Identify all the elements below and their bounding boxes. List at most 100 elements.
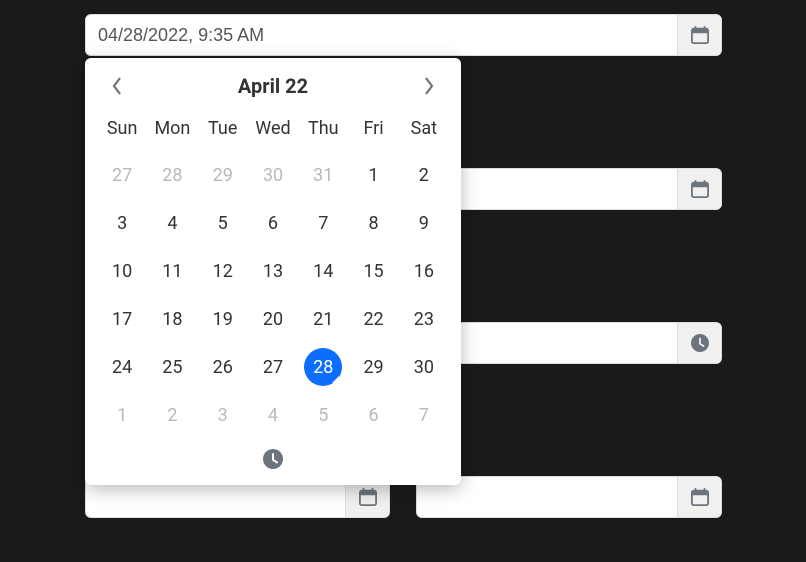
day-cell[interactable]: 28 bbox=[298, 343, 348, 391]
day-cell[interactable]: 2 bbox=[399, 151, 449, 199]
calendar-icon bbox=[691, 180, 709, 198]
day-cell[interactable]: 3 bbox=[97, 199, 147, 247]
day-number: 15 bbox=[363, 261, 383, 282]
day-cell[interactable]: 21 bbox=[298, 295, 348, 343]
day-cell[interactable]: 5 bbox=[198, 199, 248, 247]
day-number: 28 bbox=[304, 348, 342, 386]
day-number: 4 bbox=[268, 405, 278, 426]
calendar-toggle-button[interactable] bbox=[677, 15, 721, 55]
calendar-icon bbox=[691, 26, 709, 44]
day-number: 30 bbox=[414, 357, 434, 378]
day-cell[interactable]: 27 bbox=[248, 343, 298, 391]
day-cell[interactable]: 22 bbox=[348, 295, 398, 343]
day-cell[interactable]: 27 bbox=[97, 151, 147, 199]
day-number: 6 bbox=[369, 405, 379, 426]
day-number: 18 bbox=[162, 309, 182, 330]
day-number: 3 bbox=[218, 405, 228, 426]
clock-toggle-button[interactable] bbox=[677, 323, 721, 363]
day-number: 29 bbox=[363, 357, 383, 378]
day-cell[interactable]: 11 bbox=[147, 247, 197, 295]
day-number: 4 bbox=[167, 213, 177, 234]
prev-month-button[interactable] bbox=[103, 72, 131, 100]
day-cell[interactable]: 1 bbox=[97, 391, 147, 439]
day-number: 2 bbox=[419, 165, 429, 186]
day-cell[interactable]: 3 bbox=[198, 391, 248, 439]
day-cell[interactable]: 25 bbox=[147, 343, 197, 391]
day-cell[interactable]: 17 bbox=[97, 295, 147, 343]
calendar-icon bbox=[691, 488, 709, 506]
weekday-label: Thu bbox=[298, 112, 348, 145]
day-number: 12 bbox=[213, 261, 233, 282]
day-cell[interactable]: 29 bbox=[348, 343, 398, 391]
day-number: 22 bbox=[363, 309, 383, 330]
time-picker-toggle-button[interactable] bbox=[259, 445, 287, 473]
day-cell[interactable]: 9 bbox=[399, 199, 449, 247]
day-number: 19 bbox=[213, 309, 233, 330]
day-number: 25 bbox=[162, 357, 182, 378]
day-number: 13 bbox=[263, 261, 283, 282]
day-cell[interactable]: 4 bbox=[147, 199, 197, 247]
day-number: 31 bbox=[313, 165, 333, 186]
day-cell[interactable]: 5 bbox=[298, 391, 348, 439]
day-cell[interactable]: 28 bbox=[147, 151, 197, 199]
weekday-label: Tue bbox=[198, 112, 248, 145]
day-cell[interactable]: 20 bbox=[248, 295, 298, 343]
calendar-toggle-button-2[interactable] bbox=[677, 169, 721, 209]
day-number: 5 bbox=[318, 405, 328, 426]
day-number: 11 bbox=[162, 261, 182, 282]
day-cell[interactable]: 4 bbox=[248, 391, 298, 439]
day-number: 23 bbox=[414, 309, 434, 330]
datepicker-footer bbox=[97, 439, 449, 473]
day-number: 27 bbox=[112, 165, 132, 186]
day-number: 3 bbox=[117, 213, 127, 234]
day-number: 7 bbox=[419, 405, 429, 426]
day-cell[interactable]: 15 bbox=[348, 247, 398, 295]
weekday-label: Mon bbox=[147, 112, 197, 145]
chevron-right-icon bbox=[423, 77, 435, 95]
day-cell[interactable]: 30 bbox=[248, 151, 298, 199]
day-cell[interactable]: 31 bbox=[298, 151, 348, 199]
day-number: 20 bbox=[263, 309, 283, 330]
day-cell[interactable]: 29 bbox=[198, 151, 248, 199]
day-number: 7 bbox=[318, 213, 328, 234]
day-cell[interactable]: 10 bbox=[97, 247, 147, 295]
day-cell[interactable]: 30 bbox=[399, 343, 449, 391]
weekday-label: Wed bbox=[248, 112, 298, 145]
day-cell[interactable]: 6 bbox=[348, 391, 398, 439]
day-cell[interactable]: 2 bbox=[147, 391, 197, 439]
weekday-header-row: Sun Mon Tue Wed Thu Fri Sat bbox=[97, 112, 449, 145]
month-year-switch[interactable]: April 22 bbox=[238, 74, 308, 98]
day-cell[interactable]: 18 bbox=[147, 295, 197, 343]
day-cell[interactable]: 13 bbox=[248, 247, 298, 295]
day-number: 17 bbox=[112, 309, 132, 330]
day-cell[interactable]: 8 bbox=[348, 199, 398, 247]
day-cell[interactable]: 14 bbox=[298, 247, 348, 295]
clock-icon bbox=[691, 334, 709, 352]
datepicker-week-row: 24 25 262728 29 30 bbox=[97, 343, 449, 391]
day-cell[interactable]: 7 bbox=[298, 199, 348, 247]
day-cell[interactable]: 26 bbox=[198, 343, 248, 391]
day-cell[interactable]: 1 bbox=[348, 151, 398, 199]
day-cell[interactable]: 19 bbox=[198, 295, 248, 343]
datetime-input[interactable] bbox=[86, 15, 677, 55]
calendar-icon bbox=[359, 488, 377, 506]
day-number: 30 bbox=[263, 165, 283, 186]
weekday-label: Fri bbox=[348, 112, 398, 145]
datetime-input-group bbox=[85, 14, 722, 56]
day-number: 2 bbox=[167, 405, 177, 426]
datepicker-week-row: 12 3 4 5 6 7 bbox=[97, 391, 449, 439]
day-number: 5 bbox=[218, 213, 228, 234]
calendar-toggle-button-4[interactable] bbox=[677, 477, 721, 517]
date-range-end-group bbox=[416, 476, 722, 518]
day-cell[interactable]: 23 bbox=[399, 295, 449, 343]
next-month-button[interactable] bbox=[415, 72, 443, 100]
day-cell[interactable]: 16 bbox=[399, 247, 449, 295]
weekday-label: Sun bbox=[97, 112, 147, 145]
day-cell[interactable]: 24 bbox=[97, 343, 147, 391]
day-cell[interactable]: 12 bbox=[198, 247, 248, 295]
day-cell[interactable]: 6 bbox=[248, 199, 298, 247]
day-number: 1 bbox=[369, 165, 379, 186]
day-number: 14 bbox=[313, 261, 333, 282]
day-cell[interactable]: 7 bbox=[399, 391, 449, 439]
day-number: 10 bbox=[112, 261, 132, 282]
